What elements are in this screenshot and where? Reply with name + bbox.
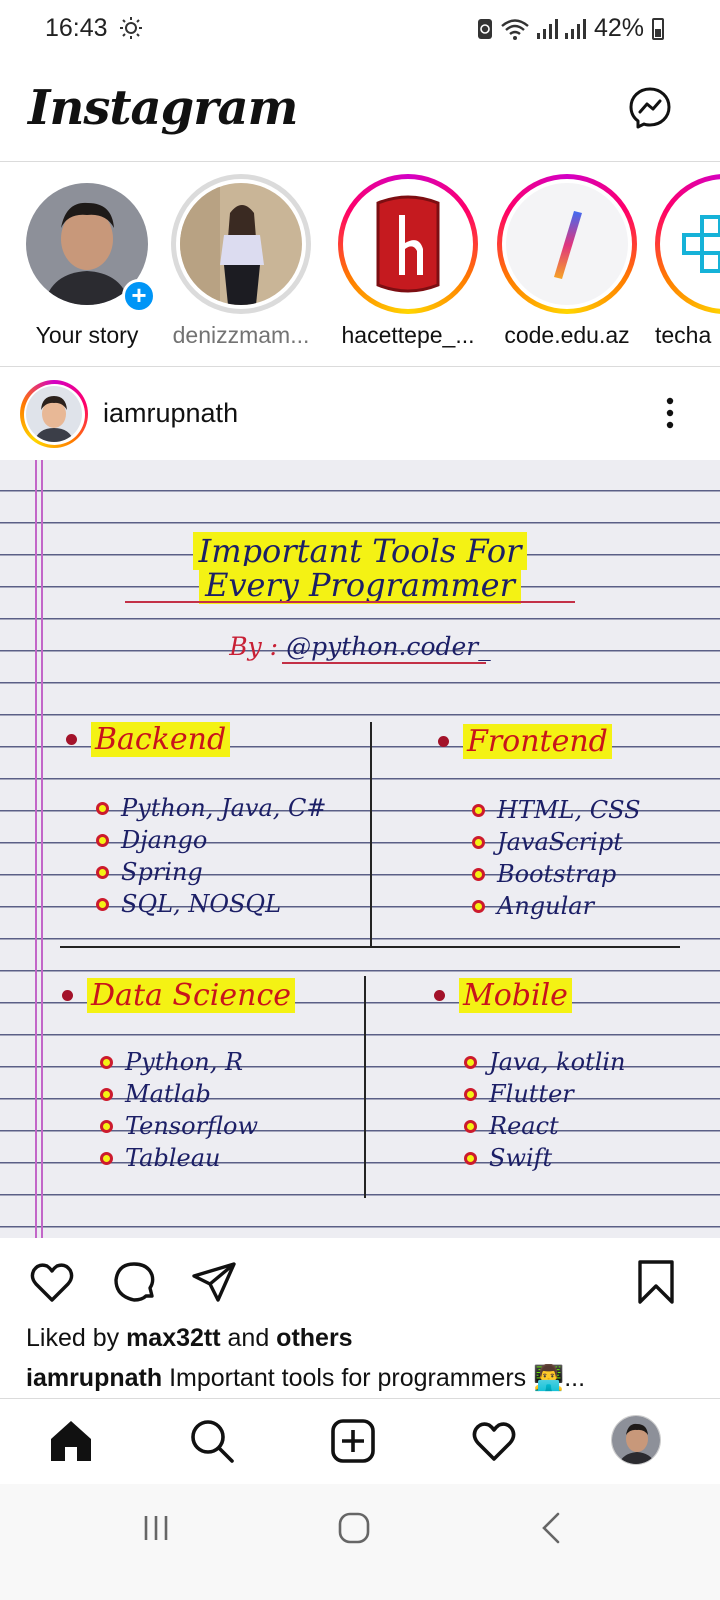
story-label: Your story xyxy=(35,322,139,348)
brightness-icon xyxy=(120,17,142,39)
post-header: iamrupnath xyxy=(0,367,720,460)
story-hacettepe[interactable]: hacettepe_... xyxy=(333,174,483,359)
story-label: code.edu.az xyxy=(504,322,630,348)
list-item: Tensorflow xyxy=(100,1110,258,1142)
status-bar: 16:43 42% xyxy=(0,0,720,58)
list-item: Matlab xyxy=(100,1078,258,1110)
story-thumbnail xyxy=(180,183,302,305)
caption-username[interactable]: iamrupnath xyxy=(26,1364,162,1392)
post-author-avatar[interactable] xyxy=(20,380,88,448)
story-your-story[interactable]: + Your story xyxy=(12,174,162,359)
story-ring xyxy=(655,174,720,314)
list-item: Flutter xyxy=(464,1078,626,1110)
story-thumbnail xyxy=(506,183,628,305)
list-item: Spring xyxy=(96,856,327,888)
grid-divider xyxy=(370,722,372,947)
battery-percent: 42% xyxy=(593,14,644,42)
profile-avatar[interactable] xyxy=(611,1415,661,1465)
list-item: JavaScript xyxy=(472,826,641,858)
post-image[interactable]: Important Tools For Every Programmer By … xyxy=(0,460,720,1238)
list-item: Java, kotlin xyxy=(464,1046,626,1078)
story-techa[interactable]: techa xyxy=(650,174,720,359)
list-item: Swift xyxy=(464,1142,626,1174)
messenger-icon[interactable] xyxy=(628,86,672,130)
system-navigation xyxy=(0,1484,720,1600)
section-mobile: Mobile xyxy=(434,978,572,1013)
share-icon[interactable] xyxy=(190,1258,238,1306)
grid-divider xyxy=(364,976,366,1198)
add-story-icon[interactable]: + xyxy=(122,279,156,313)
list-item: React xyxy=(464,1110,626,1142)
story-thumbnail xyxy=(664,183,720,305)
heart-icon[interactable] xyxy=(28,1258,76,1306)
likes-summary[interactable]: Liked by max32tt and others xyxy=(26,1324,353,1353)
list-item: SQL, NOSQL xyxy=(96,888,327,920)
author-underline xyxy=(282,662,486,664)
story-label: hacettepe_... xyxy=(341,322,475,348)
post-actions xyxy=(0,1238,720,1323)
activity-heart-icon[interactable] xyxy=(470,1417,518,1465)
story-label: denizzmam... xyxy=(172,322,310,348)
grid-divider xyxy=(60,946,680,948)
liked-by-user[interactable]: max32tt xyxy=(126,1324,221,1352)
top-bar: Instagram xyxy=(0,58,720,162)
list-item: Angular xyxy=(472,890,641,922)
list-item: Django xyxy=(96,824,327,856)
status-time: 16:43 xyxy=(45,14,108,42)
signal-icon-2 xyxy=(564,18,586,39)
story-ring xyxy=(497,174,637,314)
wifi-icon xyxy=(501,18,529,40)
caption-text: Important tools for programmers 👨‍💻... xyxy=(162,1364,586,1392)
section-frontend: Frontend xyxy=(438,724,612,759)
section-backend: Backend xyxy=(66,722,231,757)
instagram-logo[interactable]: Instagram xyxy=(28,80,298,136)
post-username[interactable]: iamrupnath xyxy=(103,398,238,429)
signal-icon xyxy=(536,18,558,39)
note-title-line1: Important Tools For xyxy=(0,532,720,570)
story-thumbnail xyxy=(347,183,469,305)
bookmark-icon[interactable] xyxy=(632,1258,680,1306)
back-icon[interactable] xyxy=(532,1508,572,1548)
more-options-icon[interactable] xyxy=(664,395,676,431)
list-item: Python, R xyxy=(100,1046,258,1078)
search-icon[interactable] xyxy=(188,1417,236,1465)
section-frontend-items: HTML, CSS JavaScript Bootstrap Angular xyxy=(472,794,641,922)
section-data-science-items: Python, R Matlab Tensorflow Tableau xyxy=(100,1046,258,1174)
recents-icon[interactable] xyxy=(136,1508,176,1548)
story-ring xyxy=(338,174,478,314)
section-mobile-items: Java, kotlin Flutter React Swift xyxy=(464,1046,626,1174)
status-icons: 42% xyxy=(476,14,664,43)
note-title-line2: Every Programmer xyxy=(0,566,720,604)
story-denizzmam[interactable]: denizzmam... xyxy=(166,174,316,359)
recycle-icon xyxy=(477,18,492,39)
bottom-navigation xyxy=(0,1398,720,1484)
story-ring xyxy=(171,174,311,314)
section-backend-items: Python, Java, C# Django Spring SQL, NOSQ… xyxy=(96,792,327,920)
list-item: Bootstrap xyxy=(472,858,641,890)
comment-icon[interactable] xyxy=(110,1258,158,1306)
home-icon[interactable] xyxy=(47,1417,95,1465)
battery-icon xyxy=(652,17,664,40)
title-underline xyxy=(125,601,575,603)
liked-by-others[interactable]: others xyxy=(276,1324,352,1352)
story-code-edu-az[interactable]: code.edu.az xyxy=(492,174,642,359)
post-caption[interactable]: iamrupnath Important tools for programme… xyxy=(26,1364,706,1393)
home-circle-icon[interactable] xyxy=(334,1508,374,1548)
stories-tray: + Your story denizzmam... hacettepe_... … xyxy=(0,162,720,367)
list-item: Python, Java, C# xyxy=(96,792,327,824)
story-label: techa xyxy=(655,322,712,348)
list-item: HTML, CSS xyxy=(472,794,641,826)
list-item: Tableau xyxy=(100,1142,258,1174)
note-author: By : @python.coder_ xyxy=(229,632,491,661)
avatar xyxy=(26,386,82,442)
section-data-science: Data Science xyxy=(62,978,295,1013)
add-post-icon[interactable] xyxy=(329,1417,377,1465)
